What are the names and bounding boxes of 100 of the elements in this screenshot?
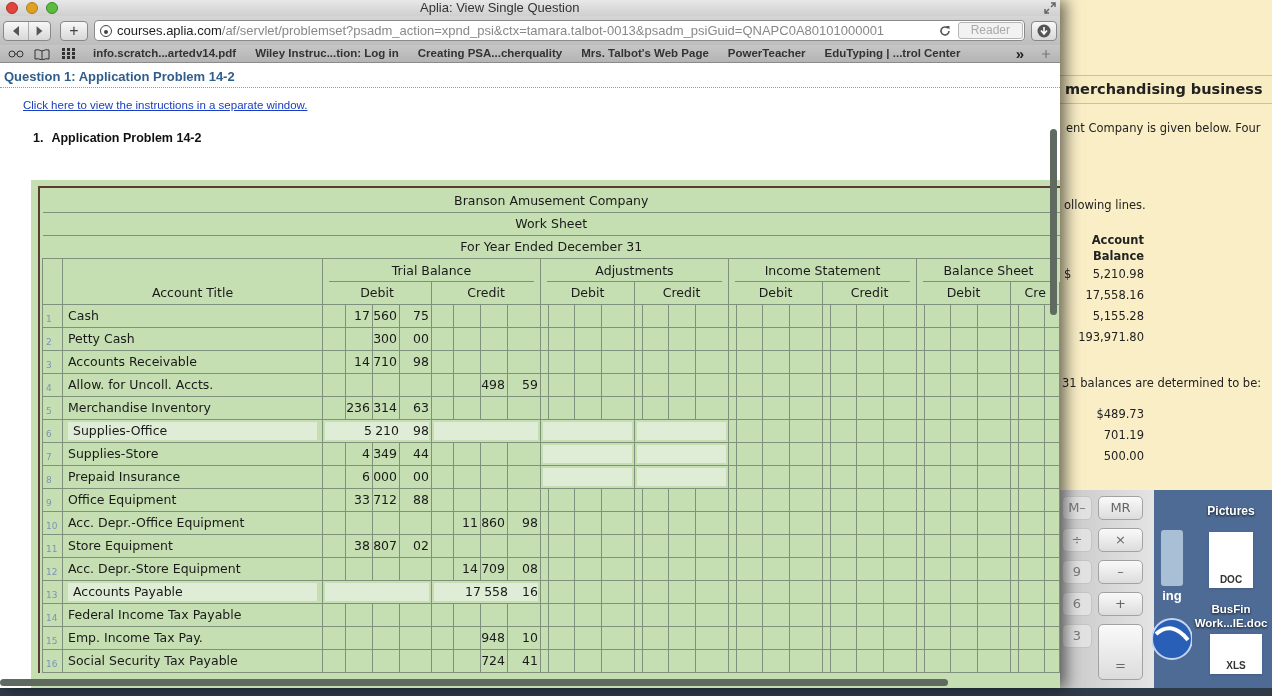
- balance-amount: 500.00: [1103, 447, 1144, 465]
- bookmark-link[interactable]: EduTyping | ...trol Center: [824, 44, 961, 63]
- input-field[interactable]: [637, 422, 726, 441]
- account-input-field[interactable]: Accounts Payable: [68, 583, 317, 602]
- table-cell: 712: [373, 491, 397, 507]
- table-cell: 948: [481, 629, 505, 645]
- add-icon[interactable]: [1040, 47, 1052, 60]
- worksheet-heading: Branson Amusement Company: [454, 192, 649, 208]
- calculator-key[interactable]: =: [1098, 624, 1143, 680]
- column-header: Credit: [850, 284, 889, 300]
- input-field[interactable]: [543, 422, 632, 441]
- icon-label[interactable]: ing: [1162, 586, 1182, 606]
- bookmark-link[interactable]: PowerTeacher: [727, 44, 806, 63]
- table-cell: 63: [413, 399, 429, 415]
- vertical-scrollbar[interactable]: [1050, 129, 1057, 315]
- table-cell: 10: [522, 629, 538, 645]
- table-cell: 14: [462, 560, 478, 576]
- site-icon: [99, 23, 113, 38]
- amount-input-field[interactable]: [325, 583, 429, 602]
- document-icon[interactable]: XLS: [1210, 634, 1262, 674]
- table-cell: 17: [354, 307, 370, 323]
- input-field[interactable]: [637, 468, 726, 487]
- table-cell: 00: [413, 330, 429, 346]
- input-field[interactable]: [637, 445, 726, 464]
- bookmark-link[interactable]: Mrs. Talbot's Web Page: [581, 44, 709, 63]
- line-number: 3: [45, 359, 52, 370]
- calculator-key[interactable]: ×: [1098, 528, 1143, 552]
- amount-input-field[interactable]: 17 558 16: [434, 583, 538, 602]
- more-bookmarks-button[interactable]: »: [1015, 45, 1024, 62]
- horizontal-scrollbar[interactable]: [0, 679, 948, 686]
- calculator-key[interactable]: MR: [1098, 496, 1143, 520]
- calculator-key[interactable]: +: [1098, 592, 1143, 616]
- line-number: 5: [45, 405, 52, 416]
- section-header: Adjustments: [547, 259, 722, 282]
- reload-icon[interactable]: [937, 23, 952, 38]
- table-cell: 6: [362, 468, 370, 484]
- amount-input-field[interactable]: [434, 422, 538, 441]
- document-icon[interactable]: DOC: [1209, 532, 1253, 588]
- back-forward-button[interactable]: [3, 20, 51, 41]
- currency-symbol: $: [1063, 265, 1072, 283]
- balance-amount: 5,155.28: [1092, 307, 1144, 325]
- table-cell: 02: [413, 537, 429, 553]
- bookmark-link[interactable]: Creating PSA...cherquality: [417, 44, 563, 63]
- account-title: Cash: [68, 307, 99, 323]
- account-title: Federal Income Tax Payable: [68, 606, 242, 622]
- column-header: Credit: [662, 284, 701, 300]
- line-number: 4: [45, 382, 52, 393]
- balance-amount: 701.19: [1103, 426, 1144, 444]
- column-header: Account Title: [151, 284, 234, 300]
- account-title: Acc. Depr.-Office Equipment: [68, 514, 245, 530]
- paragraph: 31 balances are determined to be:: [1062, 375, 1262, 390]
- minimize-icon[interactable]: [26, 2, 38, 14]
- new-tab-button[interactable]: +: [60, 20, 88, 41]
- account-title: Accounts Receivable: [68, 353, 197, 369]
- input-field[interactable]: [543, 468, 632, 487]
- table-cell: 98: [413, 353, 429, 369]
- column-header: Debit: [946, 284, 981, 300]
- close-icon[interactable]: [6, 2, 18, 14]
- line-number: 11: [45, 543, 58, 554]
- column-header: Balance: [1092, 247, 1144, 264]
- input-field[interactable]: [543, 445, 632, 464]
- table-cell: 349: [373, 445, 397, 461]
- fullscreen-icon[interactable]: [1044, 2, 1056, 14]
- problem-number: 1.: [33, 130, 44, 147]
- account-title: Petty Cash: [68, 330, 135, 346]
- downloads-button[interactable]: [1031, 20, 1057, 41]
- zoom-icon[interactable]: [46, 2, 58, 14]
- table-cell: 41: [522, 652, 538, 668]
- calculator-key[interactable]: –: [1098, 560, 1143, 584]
- calculator-key[interactable]: 6: [1062, 592, 1092, 616]
- table-cell: 75: [413, 307, 429, 323]
- table-cell: 08: [522, 560, 538, 576]
- icon-label[interactable]: Pictures: [1207, 502, 1255, 520]
- bookmark-link[interactable]: info.scratch...artedv14.pdf: [93, 44, 237, 63]
- instructions-link[interactable]: Click here to view the instructions in a separate window.: [23, 99, 308, 111]
- table-cell: 4: [362, 445, 370, 461]
- line-number: 15: [45, 635, 58, 646]
- icon-label[interactable]: BusFin Work...IE.doc: [1190, 602, 1272, 630]
- worksheet-heading: Work Sheet: [515, 215, 588, 231]
- account-input-field[interactable]: Supplies-Office: [68, 422, 317, 441]
- grid-icon[interactable]: [62, 48, 75, 59]
- account-title: Social Security Tax Payable: [68, 652, 238, 668]
- table-cell: 724: [481, 652, 505, 668]
- table-cell: 710: [373, 353, 397, 369]
- line-number: 8: [45, 474, 52, 485]
- account-title: Store Equipment: [68, 537, 173, 553]
- account-title: Merchandise Inventory: [68, 399, 211, 415]
- reading-list-icon[interactable]: [8, 48, 24, 59]
- bookmarks-icon[interactable]: [34, 47, 50, 60]
- line-number: 16: [45, 658, 58, 669]
- column-header: Cre: [1024, 284, 1046, 300]
- amount-input-field[interactable]: 5 210 98: [325, 422, 429, 441]
- balance-amount: 5,210.98: [1092, 265, 1144, 283]
- bookmark-link[interactable]: Wiley Instruc...tion: Log in: [255, 44, 399, 63]
- section-heading: merchandising business: [1065, 79, 1263, 99]
- line-number: 10: [45, 520, 58, 531]
- address-bar[interactable]: courses.aplia.com/af/servlet/problemset?psadm_action=xpnd_psi&ctx=tamara.talbot-0013&psadm_psiGuid=QNAPC0A80101000001 Reader: [94, 20, 1025, 41]
- section-header: Income Statement: [735, 259, 910, 282]
- line-number: 2: [45, 336, 52, 347]
- account-title: Allow. for Uncoll. Accts.: [68, 376, 214, 392]
